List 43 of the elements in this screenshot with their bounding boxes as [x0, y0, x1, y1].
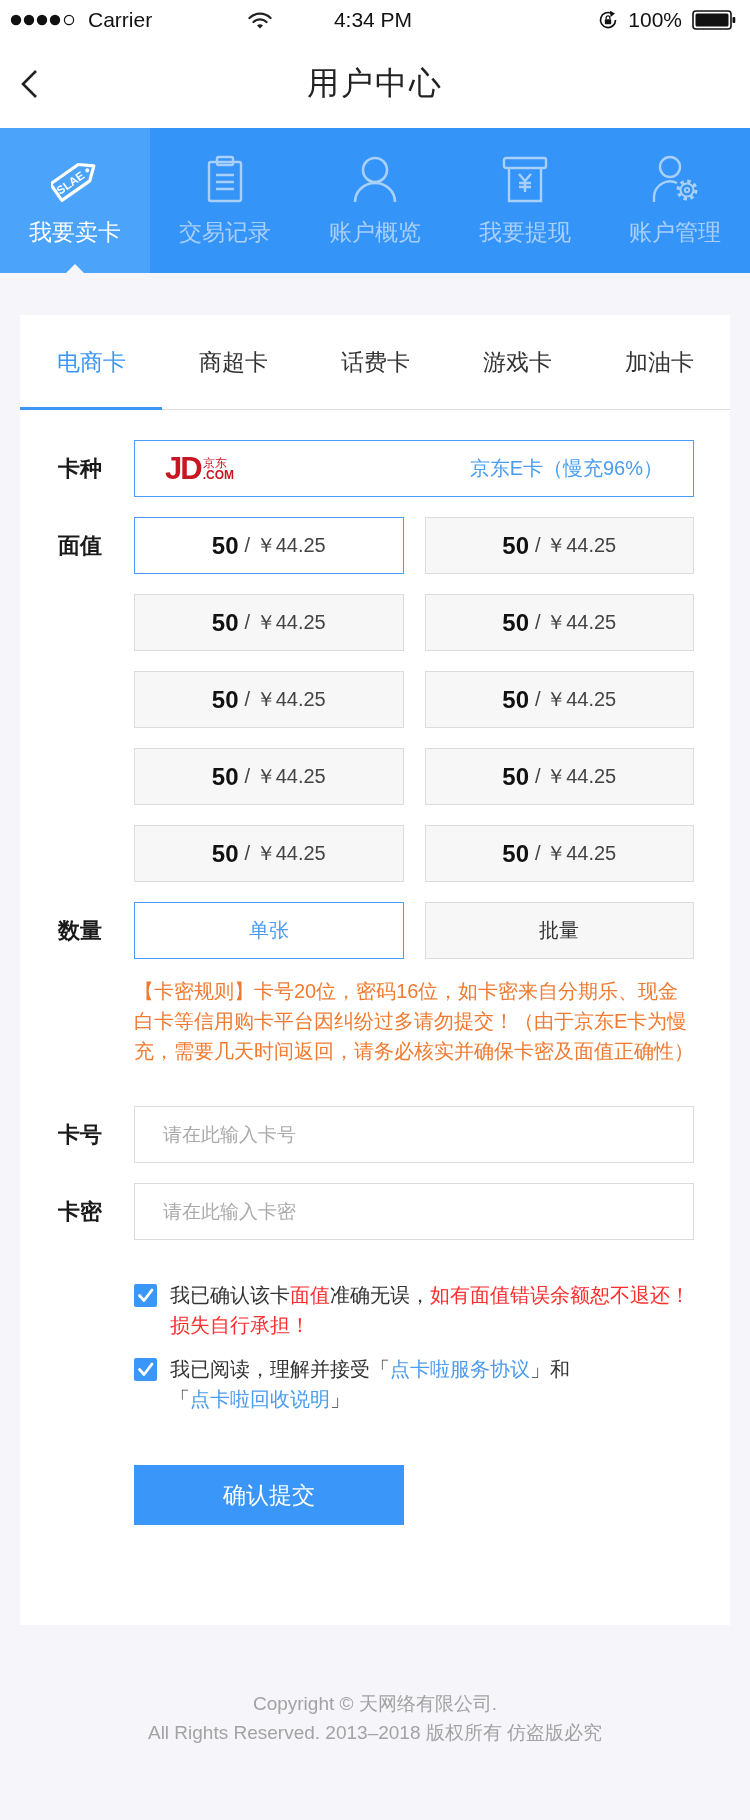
- face-value-option[interactable]: 50 / ￥44.25: [134, 825, 404, 882]
- signal-icon: [10, 14, 76, 26]
- face-value-option[interactable]: 50 / ￥44.25: [424, 825, 694, 882]
- face-value-option[interactable]: 50 / ￥44.25: [424, 594, 694, 651]
- time-text: 4:34 PM: [333, 8, 413, 32]
- field-label: 卡种: [58, 454, 102, 483]
- face-value-option[interactable]: 50 / ￥44.25: [134, 594, 404, 651]
- battery-percent-text: 100%: [628, 8, 682, 32]
- footer-text: Copyright © 天网络有限公司.: [252, 1692, 498, 1716]
- field-label: 卡密: [58, 1197, 102, 1226]
- page-title: 用户中心: [307, 64, 443, 103]
- field-label: 卡号: [58, 1120, 102, 1149]
- back-icon[interactable]: [20, 69, 38, 99]
- atm-icon: [501, 155, 549, 203]
- face-value-option[interactable]: 50 / ￥44.25: [134, 671, 404, 728]
- card-category-tab[interactable]: 话费卡: [304, 315, 446, 410]
- checkbox[interactable]: [134, 1358, 157, 1381]
- caret-icon: [66, 264, 84, 273]
- rotation-lock-icon: [598, 10, 619, 30]
- footer-text: All Rights Reserved. 2013–2018 版权所有 仿盗版必究: [147, 1721, 603, 1745]
- card-category-tab[interactable]: 游戏卡: [446, 315, 588, 410]
- field-label: 面值: [58, 531, 102, 560]
- card-category-tab[interactable]: 商超卡: [162, 315, 304, 410]
- card-number-field[interactable]: 请在此输入卡号: [134, 1106, 694, 1163]
- rules-text: 【卡密规则】卡号20位，密码16位，如卡密来自分期乐、现金白卡等信用购卡平台因纠纷过多请勿提交！（由于京东E卡为慢充，需要几天时间返回，请务必核实并确保卡密及面值正确性）: [134, 979, 694, 1064]
- user-gear-icon: [651, 155, 699, 203]
- face-value-option[interactable]: 50 / ￥44.25: [134, 517, 404, 574]
- agreement-text: 我已阅读，理解并接受「点卡啦服务协议」和「点卡啦回收说明」: [170, 1357, 571, 1412]
- field-label: 数量: [58, 916, 102, 945]
- face-value-option[interactable]: 50 / ￥44.25: [424, 748, 694, 805]
- face-value-option[interactable]: 50 / ￥44.25: [424, 671, 694, 728]
- agreement-text: 我已确认该卡面值准确无误，如有面值错误余额恕不退还！损失自行承担！: [170, 1283, 691, 1338]
- card-type-value: 京东E卡（慢充96%）: [469, 456, 663, 481]
- quantity-option[interactable]: 批量: [424, 902, 694, 959]
- face-value-option[interactable]: 50 / ￥44.25: [134, 748, 404, 805]
- battery-icon: [692, 10, 736, 30]
- wifi-icon: [247, 11, 272, 29]
- checkbox[interactable]: [134, 1284, 157, 1307]
- card-password-field[interactable]: 请在此输入卡密: [134, 1183, 694, 1240]
- card-category-tab[interactable]: 加油卡: [588, 315, 730, 410]
- person-icon: [351, 155, 399, 203]
- face-value-option[interactable]: 50 / ￥44.25: [424, 517, 694, 574]
- carrier-text: Carrier: [88, 8, 153, 32]
